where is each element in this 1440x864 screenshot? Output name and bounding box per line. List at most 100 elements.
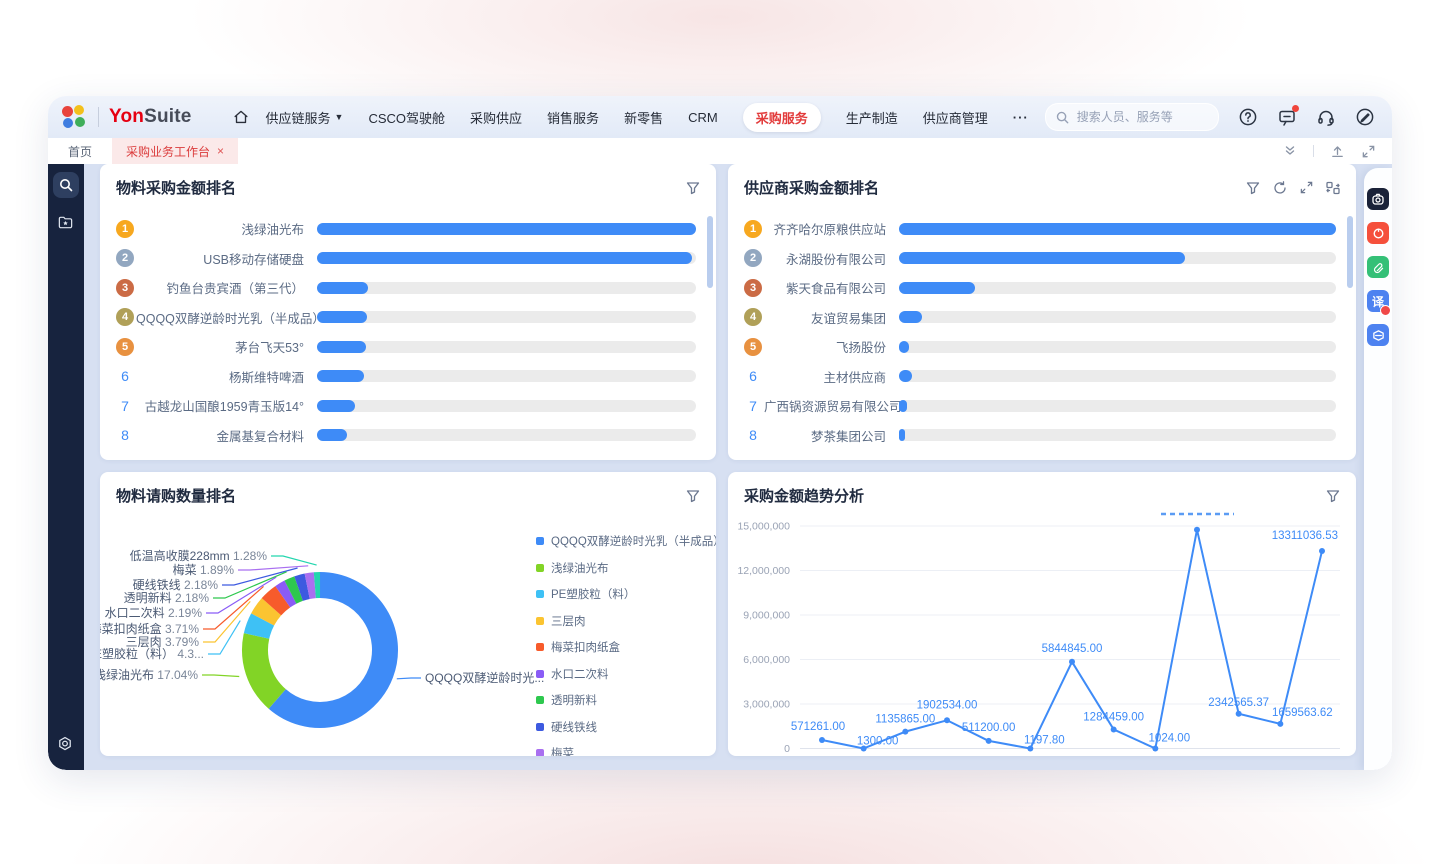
global-search[interactable]: [1045, 103, 1219, 131]
link-icon[interactable]: [1367, 256, 1389, 278]
legend-item[interactable]: 透明新料: [536, 692, 716, 708]
open-tabs: 首页采购业务工作台×: [48, 138, 238, 164]
nav-item-4[interactable]: 销售服务: [547, 108, 599, 127]
ranking-row: 1浅绿油光布: [100, 214, 716, 244]
legend-item[interactable]: 浅绿油光布: [536, 560, 716, 576]
legend-item[interactable]: PE塑胶粒（料）: [536, 586, 716, 602]
filter-icon[interactable]: [685, 180, 701, 196]
point-label: 1135865.00: [875, 714, 935, 726]
label-line: [202, 675, 239, 677]
point-label: 1024.00: [1149, 732, 1191, 744]
legend-item[interactable]: 三层肉: [536, 613, 716, 629]
medal-icon: 3: [744, 279, 762, 297]
donut-slice: [290, 589, 298, 592]
legend-swatch: [536, 723, 544, 731]
nav-item-8[interactable]: 生产制造: [846, 108, 898, 127]
tab-2[interactable]: 采购业务工作台×: [112, 138, 238, 164]
ranking-row: 6杨斯维特啤酒: [100, 362, 716, 392]
slice-label: 梅菜 1.89%: [173, 562, 235, 577]
donut-slice: [307, 585, 315, 586]
sidebar-search-icon[interactable]: [53, 172, 79, 198]
nav-item-5[interactable]: 新零售: [624, 108, 663, 127]
filter-icon[interactable]: [1245, 180, 1261, 196]
nav-item-10[interactable]: ···: [1013, 110, 1029, 125]
bar-fill: [317, 223, 696, 235]
ranking-row: 3钓鱼台贵宾酒（第三代）: [100, 273, 716, 303]
bar-fill: [899, 311, 922, 323]
bar-fill: [317, 252, 692, 264]
close-icon[interactable]: ×: [217, 145, 224, 157]
yonsuite-logo[interactable]: YonSuite: [62, 105, 192, 129]
panel-title: 物料采购金额排名: [116, 177, 236, 198]
ranking-row: 5茅台飞天53°: [100, 332, 716, 362]
bar-fill: [899, 370, 912, 382]
data-point: [1194, 527, 1200, 533]
fullscreen-icon[interactable]: [1361, 144, 1376, 159]
ranking-row: 1齐齐哈尔原粮供应站: [728, 214, 1356, 244]
nav-item-7[interactable]: 采购服务: [743, 103, 821, 132]
bar-fill: [317, 282, 368, 294]
fullscreen-icon[interactable]: [1299, 180, 1314, 195]
ranking-row: 5飞扬股份: [728, 332, 1356, 362]
bar-fill: [899, 252, 1185, 264]
assistant-icon[interactable]: [1367, 188, 1389, 210]
search-input[interactable]: [1075, 109, 1189, 125]
legend-item[interactable]: 梅菜扣肉纸盒: [536, 639, 716, 655]
point-label: 1300.00: [857, 735, 899, 747]
bar-track: [899, 341, 1336, 353]
double-chevron-down-icon[interactable]: [1283, 144, 1297, 158]
point-label: 2342565.37: [1208, 697, 1269, 709]
point-label: 1902534.00: [917, 699, 978, 711]
tabbar-window-icons: [1283, 138, 1392, 164]
scrollbar[interactable]: [1347, 216, 1353, 288]
legend-item[interactable]: 硬线铁线: [536, 719, 716, 735]
feedback-icon[interactable]: [1355, 107, 1375, 127]
nav-item-2[interactable]: CSCO驾驶舱: [368, 108, 445, 127]
upload-icon[interactable]: [1330, 144, 1345, 159]
ranking-row: 6主材供应商: [728, 362, 1356, 392]
card-switch-icon[interactable]: [1325, 180, 1341, 196]
nav-item-9[interactable]: 供应商管理: [923, 108, 988, 127]
legend-swatch: [536, 749, 544, 756]
bar-fill: [317, 400, 355, 412]
topbar: YonSuite 供应链服务▼ CSCO驾驶舱 采购供应 销售服务 新零售 CRM 采购服务…: [48, 96, 1392, 138]
legend-item[interactable]: 水口二次料: [536, 666, 716, 682]
rank-badge: 7: [114, 398, 136, 414]
nav-item-6[interactable]: CRM: [688, 110, 718, 125]
bar-fill: [317, 429, 347, 441]
home-icon[interactable]: [232, 108, 250, 126]
medal-icon: 1: [744, 220, 762, 238]
settings-gear-icon[interactable]: [56, 735, 74, 758]
tasks-icon[interactable]: [1367, 324, 1389, 346]
item-label: USB移动存储硬盘: [136, 249, 304, 268]
item-label: 飞扬股份: [764, 337, 886, 356]
item-label: 永湖股份有限公司: [764, 249, 886, 268]
scrollbar[interactable]: [707, 216, 713, 288]
nav-item-1[interactable]: 供应链服务▼: [266, 108, 344, 127]
medal-icon: 5: [116, 338, 134, 356]
favorites-folder-icon[interactable]: [57, 214, 74, 236]
bar-fill: [317, 311, 367, 323]
rank-badge: 5: [742, 338, 764, 356]
legend-item[interactable]: 梅菜: [536, 745, 716, 756]
nav-item-3[interactable]: 采购供应: [470, 108, 522, 127]
translate-icon[interactable]: 译: [1367, 290, 1389, 312]
medal-icon: 2: [116, 249, 134, 267]
legend-swatch: [536, 564, 544, 572]
message-icon[interactable]: [1277, 107, 1297, 127]
refresh-icon[interactable]: [1272, 180, 1288, 196]
legend-item[interactable]: QQQQ双酵逆龄时光乳（半成品）: [536, 533, 716, 549]
bar-fill: [899, 341, 909, 353]
rank-badge: 4: [742, 308, 764, 326]
robot-icon[interactable]: [1367, 222, 1389, 244]
medal-icon: 3: [116, 279, 134, 297]
help-icon[interactable]: [1238, 107, 1258, 127]
y-tick-label: 0: [784, 743, 790, 755]
tab-1[interactable]: 首页: [48, 138, 112, 164]
left-sidebar: [48, 164, 84, 770]
point-label: 13311036.53: [1272, 530, 1338, 542]
item-label: 紫天食品有限公司: [764, 278, 886, 297]
bar-fill: [317, 341, 366, 353]
bar-track: [317, 429, 696, 441]
headset-icon[interactable]: [1316, 107, 1336, 127]
